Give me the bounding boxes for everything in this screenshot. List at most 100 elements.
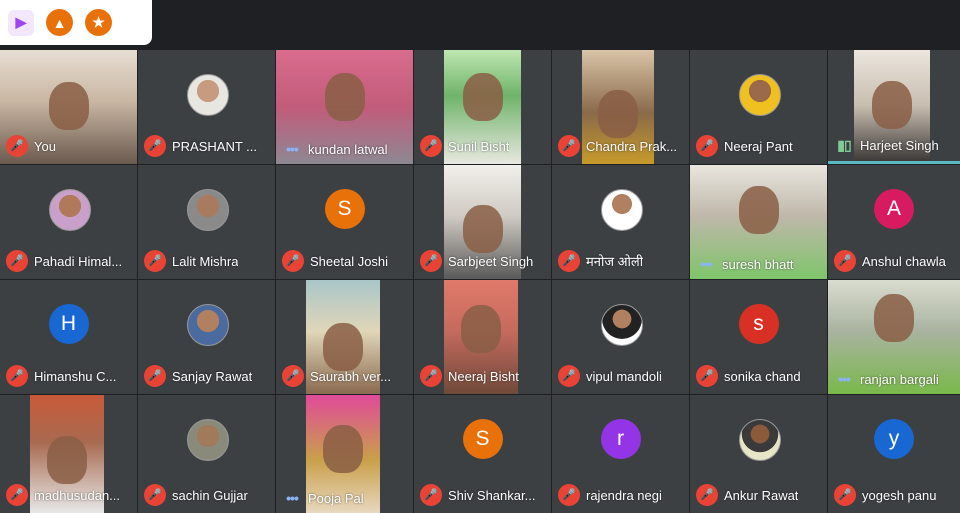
mic-off-icon: 🎤 [558,484,580,506]
speaking-indicator-icon: ••• [286,141,299,157]
participant-name: Anshul chawla [862,253,946,269]
participant-name: मनोज ओली [586,254,644,269]
participant-avatar [600,304,643,346]
participant-tile[interactable]: 🎤 Neeraj Pant [690,50,827,164]
participant-avatar [738,74,781,116]
participant-name: Sanjay Rawat [172,368,253,384]
participant-tile[interactable]: H 🎤 Himanshu C... [0,280,137,394]
camera-effects-icon[interactable]: ▶ [8,9,34,36]
participant-avatar: S [462,419,503,459]
participant-tile[interactable]: 🎤 मनोज ओली [552,165,689,279]
participant-tile[interactable]: 🎤 Pahadi Himal... [0,165,137,279]
participant-tile[interactable]: A 🎤 Anshul chawla [828,165,960,279]
mic-off-icon: 🎤 [420,484,442,506]
participant-name: Pooja Pal [308,490,364,506]
participant-name: yogesh panu [862,487,937,503]
participant-name: suresh bhatt [722,256,794,272]
participant-tile[interactable]: s 🎤 sonika chand [690,280,827,394]
participant-tile[interactable]: 🎤 Neeraj Bisht [414,280,551,394]
participant-name: kundan latwal [308,141,388,157]
participant-tile[interactable]: S 🎤 Sheetal Joshi [276,165,413,279]
speaking-indicator-icon: ••• [700,256,713,272]
participant-tile[interactable]: 🎤 sachin Gujjar [138,395,275,513]
participant-grid: 🎤 You 🎤 PRASHANT ... ••• kundan latwal 🎤 Sun… [0,50,960,513]
mic-off-icon: 🎤 [144,365,166,387]
participant-name: Neeraj Bisht [448,368,519,384]
participant-tile[interactable]: 🎤 Sarbjeet Singh [414,165,551,279]
speaking-indicator-icon: ▮▯ [837,137,851,153]
participant-tile[interactable]: y 🎤 yogesh panu [828,395,960,513]
mic-off-icon: 🎤 [558,365,580,387]
mic-off-icon: 🎤 [144,135,166,157]
participant-tile[interactable]: 🎤 Sanjay Rawat [138,280,275,394]
mic-off-icon: 🎤 [6,135,28,157]
participant-tile[interactable]: ••• kundan latwal [276,50,413,164]
mic-off-icon: 🎤 [834,250,856,272]
participant-avatar: r [600,419,641,459]
mic-off-icon: 🎤 [420,250,442,272]
participant-avatar [186,74,229,116]
participant-avatar [186,419,229,461]
participant-name: Pahadi Himal... [34,253,123,269]
mic-off-icon: 🎤 [696,484,718,506]
activities-icon[interactable]: ▲ [46,9,73,36]
participant-tile[interactable]: 🎤 Saurabh ver... [276,280,413,394]
participant-avatar [186,304,229,346]
participant-name: Sheetal Joshi [310,253,389,269]
participant-name: rajendra negi [586,487,662,503]
mic-off-icon: 🎤 [282,365,304,387]
participant-tile[interactable]: 🎤 madhusudan... [0,395,137,513]
participant-name: Himanshu C... [34,368,117,384]
mic-off-icon: 🎤 [696,365,718,387]
participant-name: Sunil Bisht [448,138,510,154]
participant-avatar [48,189,91,231]
mic-off-icon: 🎤 [6,484,28,506]
participant-avatar: s [738,304,779,344]
mic-off-icon: 🎤 [558,135,580,157]
mic-off-icon: 🎤 [696,135,718,157]
participant-avatar: H [48,304,89,344]
participant-tile[interactable]: ▮▯ Harjeet Singh [828,50,960,164]
speaking-indicator-icon: ••• [838,371,851,387]
participant-avatar: S [324,189,365,229]
participant-tile[interactable]: r 🎤 rajendra negi [552,395,689,513]
participant-name: Saurabh ver... [310,368,391,384]
participant-avatar [186,189,229,231]
mic-off-icon: 🎤 [144,250,166,272]
participant-name: madhusudan... [34,487,121,503]
speaking-indicator-icon: ••• [286,490,299,506]
star-icon[interactable]: ★ [85,9,112,36]
participant-avatar [600,189,643,231]
participant-tile[interactable]: 🎤 You [0,50,137,164]
participant-tile[interactable]: ••• Pooja Pal [276,395,413,513]
participant-name: Sarbjeet Singh [448,253,534,269]
participant-tile[interactable]: 🎤 vipul mandoli [552,280,689,394]
participant-name: Lalit Mishra [172,253,239,269]
participant-tile[interactable]: 🎤 PRASHANT ... [138,50,275,164]
mic-off-icon: 🎤 [834,484,856,506]
participant-tile[interactable]: 🎤 Chandra Prak... [552,50,689,164]
participant-name: sonika chand [724,368,801,384]
participant-tile[interactable]: 🎤 Lalit Mishra [138,165,275,279]
mic-off-icon: 🎤 [144,484,166,506]
mic-off-icon: 🎤 [6,365,28,387]
participant-tile[interactable]: ••• suresh bhatt [690,165,827,279]
mic-off-icon: 🎤 [558,250,580,272]
participant-name: vipul mandoli [586,368,662,384]
participant-name: ranjan bargali [860,371,939,387]
participant-name: Shiv Shankar... [448,487,536,503]
participant-name: Neeraj Pant [724,138,793,154]
participant-tile[interactable]: ••• ranjan bargali [828,280,960,394]
participant-name: PRASHANT ... [172,138,258,154]
mic-off-icon: 🎤 [420,135,442,157]
participant-name: Chandra Prak... [586,138,678,154]
participant-avatar: y [874,419,914,459]
participant-name: sachin Gujjar [172,487,248,503]
mic-off-icon: 🎤 [6,250,28,272]
participant-tile[interactable]: S 🎤 Shiv Shankar... [414,395,551,513]
participant-name: Harjeet Singh [860,138,939,153]
participant-tile[interactable]: 🎤 Sunil Bisht [414,50,551,164]
participant-name: You [34,138,56,154]
participant-tile[interactable]: 🎤 Ankur Rawat [690,395,827,513]
mic-off-icon: 🎤 [420,365,442,387]
